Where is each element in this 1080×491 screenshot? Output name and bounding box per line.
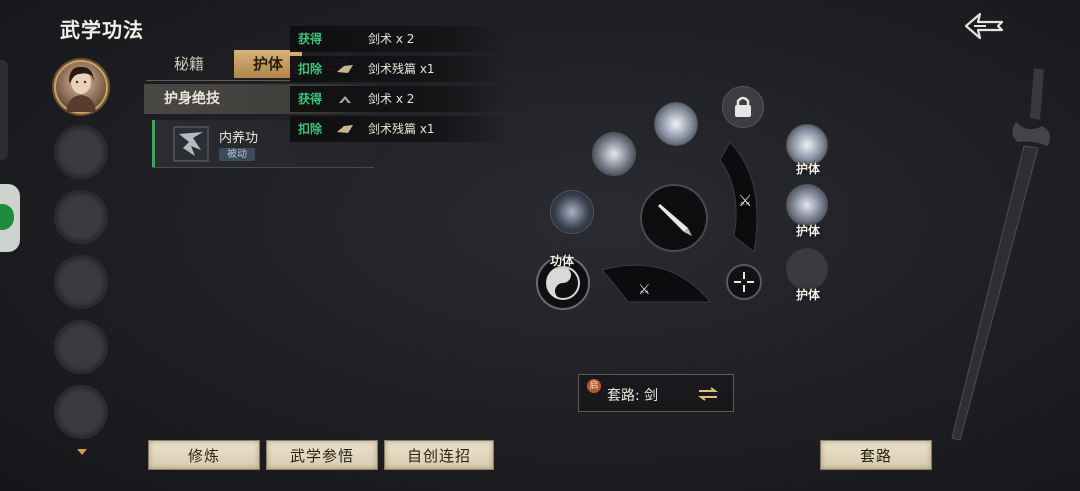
routine-selector[interactable]: 启 套路: 剑 — [578, 374, 734, 412]
svg-text:⚔: ⚔ — [638, 282, 651, 298]
routine-label: 套路: 剑 — [607, 388, 659, 404]
swap-icon[interactable] — [697, 387, 719, 401]
toast-item: 剑术残篇 x1 — [368, 122, 435, 136]
character-slot-empty[interactable] — [54, 385, 108, 439]
list-divider — [152, 167, 374, 168]
custom-combo-button[interactable]: 自创连招 — [384, 440, 494, 470]
skill-type-badge: 被动 — [219, 148, 255, 161]
toast-item: 剑术残篇 x1 — [368, 62, 435, 76]
reward-toast: 扣除 剑术残篇 x1 — [290, 56, 510, 82]
routine-button[interactable]: 套路 — [820, 440, 932, 470]
back-button[interactable] — [958, 10, 1008, 42]
back-arrow-icon — [964, 12, 1004, 40]
node-label-body: 功体 — [550, 254, 575, 268]
toast-item: 剑术 x 2 — [368, 32, 415, 46]
skill-node-empty[interactable] — [786, 248, 828, 290]
node-label-protect: 护体 — [796, 162, 821, 176]
page-title: 武学功法 — [60, 18, 144, 42]
toast-verb: 扣除 — [298, 122, 323, 136]
sword-icon — [658, 204, 692, 236]
cultivate-button[interactable]: 修炼 — [148, 440, 260, 470]
skill-name: 内养功 — [219, 131, 259, 146]
reward-toast: 获得 剑术 x 2 — [290, 26, 510, 52]
skill-lightning-icon — [173, 126, 209, 162]
sword-scroll-icon — [339, 96, 351, 103]
skill-node-right-2[interactable] — [786, 184, 828, 226]
toast-verb: 扣除 — [298, 62, 323, 76]
green-indicator-icon — [0, 204, 14, 230]
character-portrait-icon — [66, 66, 96, 112]
side-app-tab[interactable] — [0, 184, 20, 252]
toast-verb: 获得 — [298, 32, 323, 46]
sword-decoration-icon — [951, 68, 1050, 441]
character-list — [54, 60, 112, 450]
skill-node-target[interactable] — [726, 264, 762, 300]
reward-toast: 扣除 剑术残篇 x1 — [290, 116, 510, 142]
character-slot-empty[interactable] — [54, 125, 108, 179]
character-slot-empty[interactable] — [54, 190, 108, 244]
active-badge: 启 — [587, 379, 601, 393]
toast-verb: 获得 — [298, 92, 323, 106]
node-label-protect: 护体 — [796, 288, 821, 302]
martial-insight-button[interactable]: 武学参悟 — [266, 440, 378, 470]
svg-text:⚔: ⚔ — [738, 191, 752, 210]
scroll-fragment-icon — [337, 65, 353, 73]
crosshair-icon — [734, 272, 754, 292]
chevron-down-icon[interactable] — [76, 447, 88, 457]
locked-slot[interactable] — [722, 86, 764, 128]
lock-icon — [735, 96, 751, 117]
character-avatar-active[interactable] — [54, 60, 108, 114]
scroll-fragment-icon — [337, 125, 353, 133]
node-label-protect: 护体 — [796, 224, 821, 238]
skill-node-shield[interactable] — [550, 190, 594, 234]
character-slot-empty[interactable] — [54, 255, 108, 309]
reward-toast: 获得 剑术 x 2 — [290, 86, 510, 112]
skill-wheel: ⚔ ⚔ 功体 护体 护体 护体 — [530, 80, 850, 320]
toast-item: 剑术 x 2 — [368, 92, 415, 106]
center-skill-node[interactable] — [640, 184, 708, 252]
skill-node-blade[interactable] — [654, 102, 698, 146]
character-slot-empty[interactable] — [54, 320, 108, 374]
skill-node-slash[interactable] — [592, 132, 636, 176]
side-panel-edge — [0, 60, 8, 160]
tab-secret-books[interactable]: 秘籍 — [146, 50, 232, 78]
